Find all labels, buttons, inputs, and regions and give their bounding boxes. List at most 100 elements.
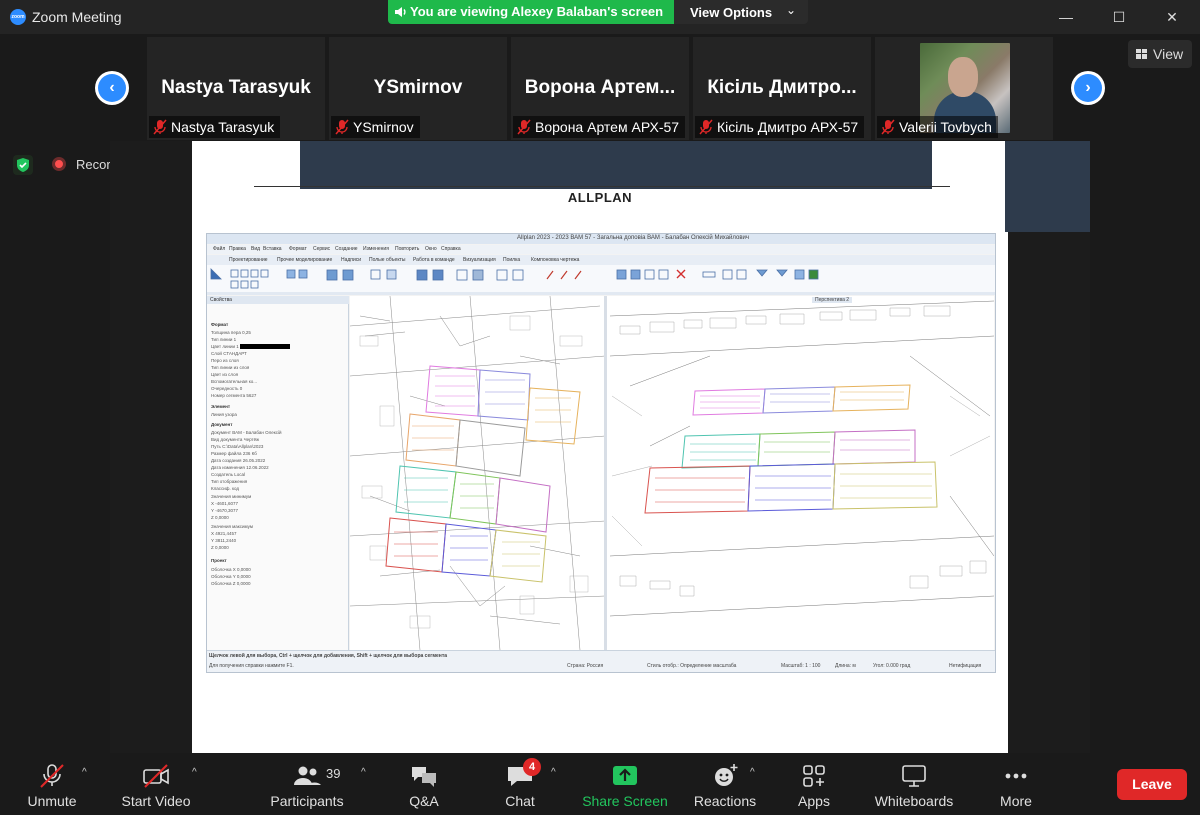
qa-label: Q&A <box>409 793 439 809</box>
mic-muted-icon <box>881 119 895 135</box>
allplan-ribbon <box>207 265 995 295</box>
chat-options-caret[interactable]: ^ <box>551 767 556 778</box>
participant-display-name: Nastya Tarasyuk <box>161 77 311 98</box>
shared-screen[interactable]: ALLPLAN Allplan 2023 - 2023 ВАМ 57 - Заг… <box>192 141 1008 753</box>
section-element: Элемент <box>211 404 231 409</box>
participants-button[interactable]: Participants <box>266 755 348 815</box>
participant-tile[interactable]: Valerii Tovbych <box>875 37 1053 140</box>
prop-row: Оболочка Y 0,0000 <box>211 574 251 579</box>
share-letterbox-right <box>1008 141 1090 753</box>
ribbon-tab: Полые объекты <box>369 257 406 263</box>
minimize-button[interactable]: — <box>1046 4 1086 30</box>
view-options-button[interactable]: View Options <box>690 5 772 20</box>
status-scale: Масштаб: 1 : 100 <box>781 663 821 669</box>
recording-icon <box>52 157 66 171</box>
video-options-caret[interactable]: ^ <box>192 767 197 778</box>
prop-row: Классиф. код <box>211 486 240 491</box>
participant-display-name: Ворона Артем... <box>524 77 676 98</box>
ribbon-tab: Поилка <box>503 257 521 263</box>
participant-tile[interactable]: Nastya Tarasyuk Nastya Tarasyuk <box>147 37 325 140</box>
meeting-controls: Unmute ^ Start Video ^ Participants 39 ^… <box>0 755 1200 815</box>
participant-display-name: Кісіль Дмитро... <box>707 77 857 98</box>
more-button[interactable]: More <box>992 755 1040 815</box>
prop-row: Вспомогательная ко... <box>211 379 258 384</box>
mic-muted-icon <box>699 119 713 135</box>
ribbon-icons <box>207 268 995 295</box>
previous-page-button[interactable]: ‹ <box>95 71 129 105</box>
speaker-icon <box>395 7 406 17</box>
participants-options-caret[interactable]: ^ <box>361 767 366 778</box>
share-screen-button[interactable]: Share Screen <box>580 755 670 815</box>
ribbon-tab: Визуализация <box>463 257 496 263</box>
video-person-face <box>948 57 978 97</box>
menu-item: Файл <box>213 246 226 252</box>
menu-item: Изменения <box>363 246 389 252</box>
ribbon-tab: Работа в команде <box>413 257 455 263</box>
prop-row: Слой СТАНДАРТ <box>211 351 247 356</box>
share-screen-icon <box>613 766 637 785</box>
participant-name-label: Nastya Tarasyuk <box>149 116 281 138</box>
zoom-logo-icon: zoom <box>10 9 26 25</box>
whiteboards-button[interactable]: Whiteboards <box>868 755 960 815</box>
prop-row: X -4601,6077 <box>211 501 239 506</box>
chevron-down-icon[interactable]: ⌄ <box>786 3 796 17</box>
prop-row: Значения минимум <box>211 494 252 499</box>
status-hint: Щелчок левой для выбора, Ctrl + щелчок д… <box>209 653 448 659</box>
properties-title: Свойства <box>207 296 349 304</box>
status-input: Стиль отобр.: Определение масштаба <box>647 663 737 669</box>
maximize-button[interactable]: ☐ <box>1099 4 1139 30</box>
qa-button[interactable]: Q&A <box>398 755 450 815</box>
prop-row: Y -4670,3077 <box>211 508 238 513</box>
participant-tile[interactable]: Кісіль Дмитро... Кісіль Дмитро АРХ-57 <box>693 37 871 140</box>
mic-muted-icon <box>40 764 64 788</box>
participant-tile[interactable]: Ворона Артем... Ворона Артем АРХ-57 <box>511 37 689 140</box>
status-country: Страна: Россия <box>567 663 604 669</box>
view-layout-button[interactable]: View <box>1128 40 1192 68</box>
slide-heading: ALLPLAN <box>567 190 633 205</box>
reactions-options-caret[interactable]: ^ <box>750 767 755 778</box>
prop-row: Дата создания 26.05.2022 <box>211 458 266 463</box>
chevron-left-icon: ‹ <box>98 74 126 102</box>
ribbon-tab: Надписи <box>341 257 362 263</box>
participant-tile[interactable]: YSmirnov YSmirnov <box>329 37 507 140</box>
prop-row: X 4921,4457 <box>211 531 237 536</box>
allplan-ribbon-tabs: Проектирование Прочее моделирование Надп… <box>207 255 995 265</box>
viewing-screen-text: You are viewing Alexey Balaban's screen <box>410 4 664 19</box>
participants-icon <box>294 766 321 785</box>
menu-item: Вставка <box>263 246 282 252</box>
window-title: Zoom Meeting <box>32 9 122 25</box>
next-page-button[interactable]: › <box>1071 71 1105 105</box>
start-video-button[interactable]: Start Video <box>116 755 196 815</box>
close-button[interactable]: ✕ <box>1152 4 1192 30</box>
participants-label: Participants <box>270 793 344 809</box>
share-screen-label: Share Screen <box>582 793 668 809</box>
title-bar: zoom Zoom Meeting — ☐ ✕ You are viewing … <box>0 0 1200 34</box>
reactions-button[interactable]: Reactions <box>690 755 760 815</box>
reactions-label: Reactions <box>693 793 757 809</box>
prop-row: Вид документа Чертёж <box>211 437 260 442</box>
apps-label: Apps <box>798 793 830 809</box>
audio-options-caret[interactable]: ^ <box>82 767 87 778</box>
screen-share-banner: You are viewing Alexey Balaban's screen … <box>388 0 808 24</box>
apps-button[interactable]: Apps <box>790 755 838 815</box>
security-shield-icon[interactable] <box>13 155 33 175</box>
unmute-button[interactable]: Unmute <box>14 755 90 815</box>
share-letterbox-left <box>110 141 192 753</box>
more-icon <box>1005 773 1027 779</box>
mic-muted-icon <box>153 119 167 135</box>
leave-button[interactable]: Leave <box>1117 769 1187 800</box>
viewport-label: Перспектива 2 <box>812 297 853 303</box>
prop-row: Цвет линии 1 <box>211 344 345 351</box>
prop-row: Тип линии из слоя <box>211 365 250 370</box>
menu-item: Справка <box>441 246 461 252</box>
allplan-menu-bar: Файл Правка Вид Вставка Формат Сервис Со… <box>207 245 995 254</box>
video-off-icon <box>143 764 169 788</box>
status-extra: Нетифицация <box>949 663 982 669</box>
prop-row: Создатель Local <box>211 472 246 477</box>
participant-name-text: Кісіль Дмитро АРХ-57 <box>717 119 859 135</box>
ribbon-tab: Прочее моделирование <box>277 257 333 263</box>
prop-row: Цвет из слоя <box>211 372 239 377</box>
prop-row: Документ ВАМ - Балабан Олексій <box>211 430 282 435</box>
whiteboards-label: Whiteboards <box>874 793 954 809</box>
zoom-meeting-window: zoom Zoom Meeting — ☐ ✕ You are viewing … <box>0 0 1200 815</box>
